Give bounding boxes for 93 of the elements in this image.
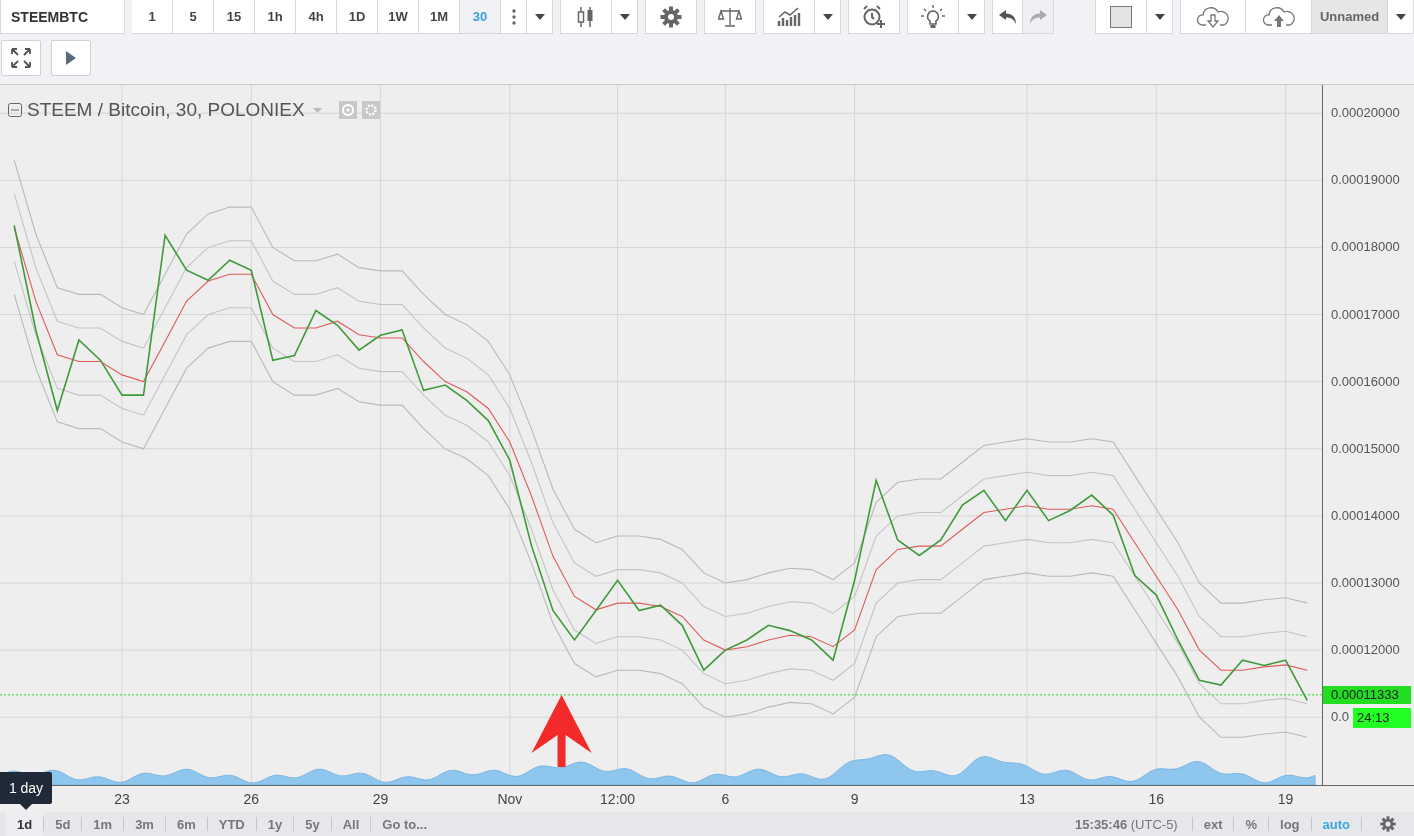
interval-button[interactable]: 5 [173,0,214,34]
caret-icon [1395,13,1406,20]
price-label: 0.00015000 [1331,440,1400,456]
caret-icon [1154,13,1165,20]
interval-button[interactable]: 1M [419,0,460,34]
undo-icon [998,9,1017,24]
dropdown-button[interactable] [612,0,638,34]
scale-option[interactable]: % [1234,812,1269,836]
interval-button[interactable]: 4h [296,0,337,34]
price-label: 0.00013000 [1331,575,1400,590]
range-button[interactable]: 1m [82,812,124,836]
chart-type-button[interactable] [560,0,612,34]
color-button[interactable] [1095,0,1147,34]
interval-button[interactable]: 1 [132,0,173,34]
date-label: 12:00 [600,791,636,807]
up-arrow [531,695,592,767]
price-label: 0.00019000 [1331,172,1400,188]
interval-button[interactable]: 30 [460,0,501,34]
scale-option[interactable]: ext [1192,812,1234,836]
ideas-button[interactable] [907,0,959,34]
date-label: Nov [497,791,523,807]
caret-icon [619,13,630,20]
compare-button[interactable] [704,0,756,34]
dropdown-button[interactable] [1388,0,1414,34]
price-label: 0.00012000 [1331,642,1400,658]
fullscreen-button[interactable] [1,40,41,76]
price-label: 0.00016000 [1331,373,1400,389]
tooltip-pointer [20,804,32,810]
settings-icon [1380,816,1396,832]
indicators-icon [777,6,801,27]
alarm-clock-plus-icon [862,4,886,29]
layout-name-button[interactable]: Unnamed [1312,0,1388,34]
caret-icon [534,13,545,20]
scales-icon [718,6,742,27]
caret-icon [312,107,322,113]
cloud-download-icon [1196,5,1230,28]
range-button[interactable]: 5y [294,812,331,836]
interval-button[interactable]: 1D [337,0,378,34]
dropdown-button[interactable] [527,0,553,34]
range-button[interactable]: 1y [256,812,294,836]
date-label: 6 [721,791,730,807]
caret-icon [822,13,833,20]
date-label: 29 [372,791,389,807]
interval-button[interactable]: 1W [378,0,419,34]
range-button[interactable]: 5d [44,812,82,836]
price-label: 0.0 [1331,709,1350,725]
interval-button[interactable]: 15 [214,0,255,34]
price-label: 0.00020000 [1331,105,1400,121]
load-button[interactable] [1180,0,1246,34]
square-icon [1110,5,1132,28]
last-price-label: 0.00011333 [1323,685,1411,704]
replay-button[interactable] [51,40,91,76]
date-label: 16 [1148,791,1165,807]
date-label: 13 [1019,791,1035,807]
settings-icon [660,5,682,28]
date-label: 19 [1277,791,1294,807]
range-button[interactable]: YTD [207,812,256,836]
price-label: 0.00018000 [1331,239,1400,255]
light-bulb-icon [921,4,945,29]
symbol-title: STEEM / Bitcoin, 30, POLONIEX [27,99,305,121]
range-button[interactable]: All [331,812,371,836]
alert-button[interactable] [848,0,900,34]
undo-button[interactable] [992,0,1023,34]
price-label: 0.00014000 [1331,507,1400,523]
range-button[interactable]: 1d [6,812,44,836]
scale-option[interactable]: auto [1311,812,1361,836]
save-button[interactable] [1246,0,1312,34]
price-label: 0.00017000 [1331,306,1400,322]
more-icon [511,8,516,25]
tooltip: 1 day [0,772,52,804]
go-to-button[interactable]: Go to... [371,812,439,836]
caret-icon [966,13,977,20]
date-label: 9 [850,791,859,807]
collapse-icon [8,103,22,117]
cloud-upload-icon [1261,5,1296,28]
range-button[interactable]: 6m [165,812,207,836]
symbol-field[interactable]: STEEMBTC [0,0,125,34]
dropdown-button[interactable] [1147,0,1173,34]
fullscreen-icon [11,48,31,68]
countdown-label: 24:13 [1353,707,1411,728]
redo-icon [1029,9,1047,24]
date-label: 26 [243,791,260,807]
date-label: 23 [114,791,130,807]
play-icon [66,51,76,65]
clock-text: 15:35:46 (UTC-5) [1075,816,1178,832]
interval-button[interactable]: 1h [255,0,296,34]
range-button[interactable]: 3m [124,812,165,836]
settings-button[interactable] [645,0,697,34]
dropdown-button[interactable] [815,0,841,34]
candlestick-icon [577,5,595,28]
dropdown-button[interactable] [959,0,985,34]
scale-option[interactable]: log [1269,812,1311,836]
indicators-button[interactable] [763,0,815,34]
